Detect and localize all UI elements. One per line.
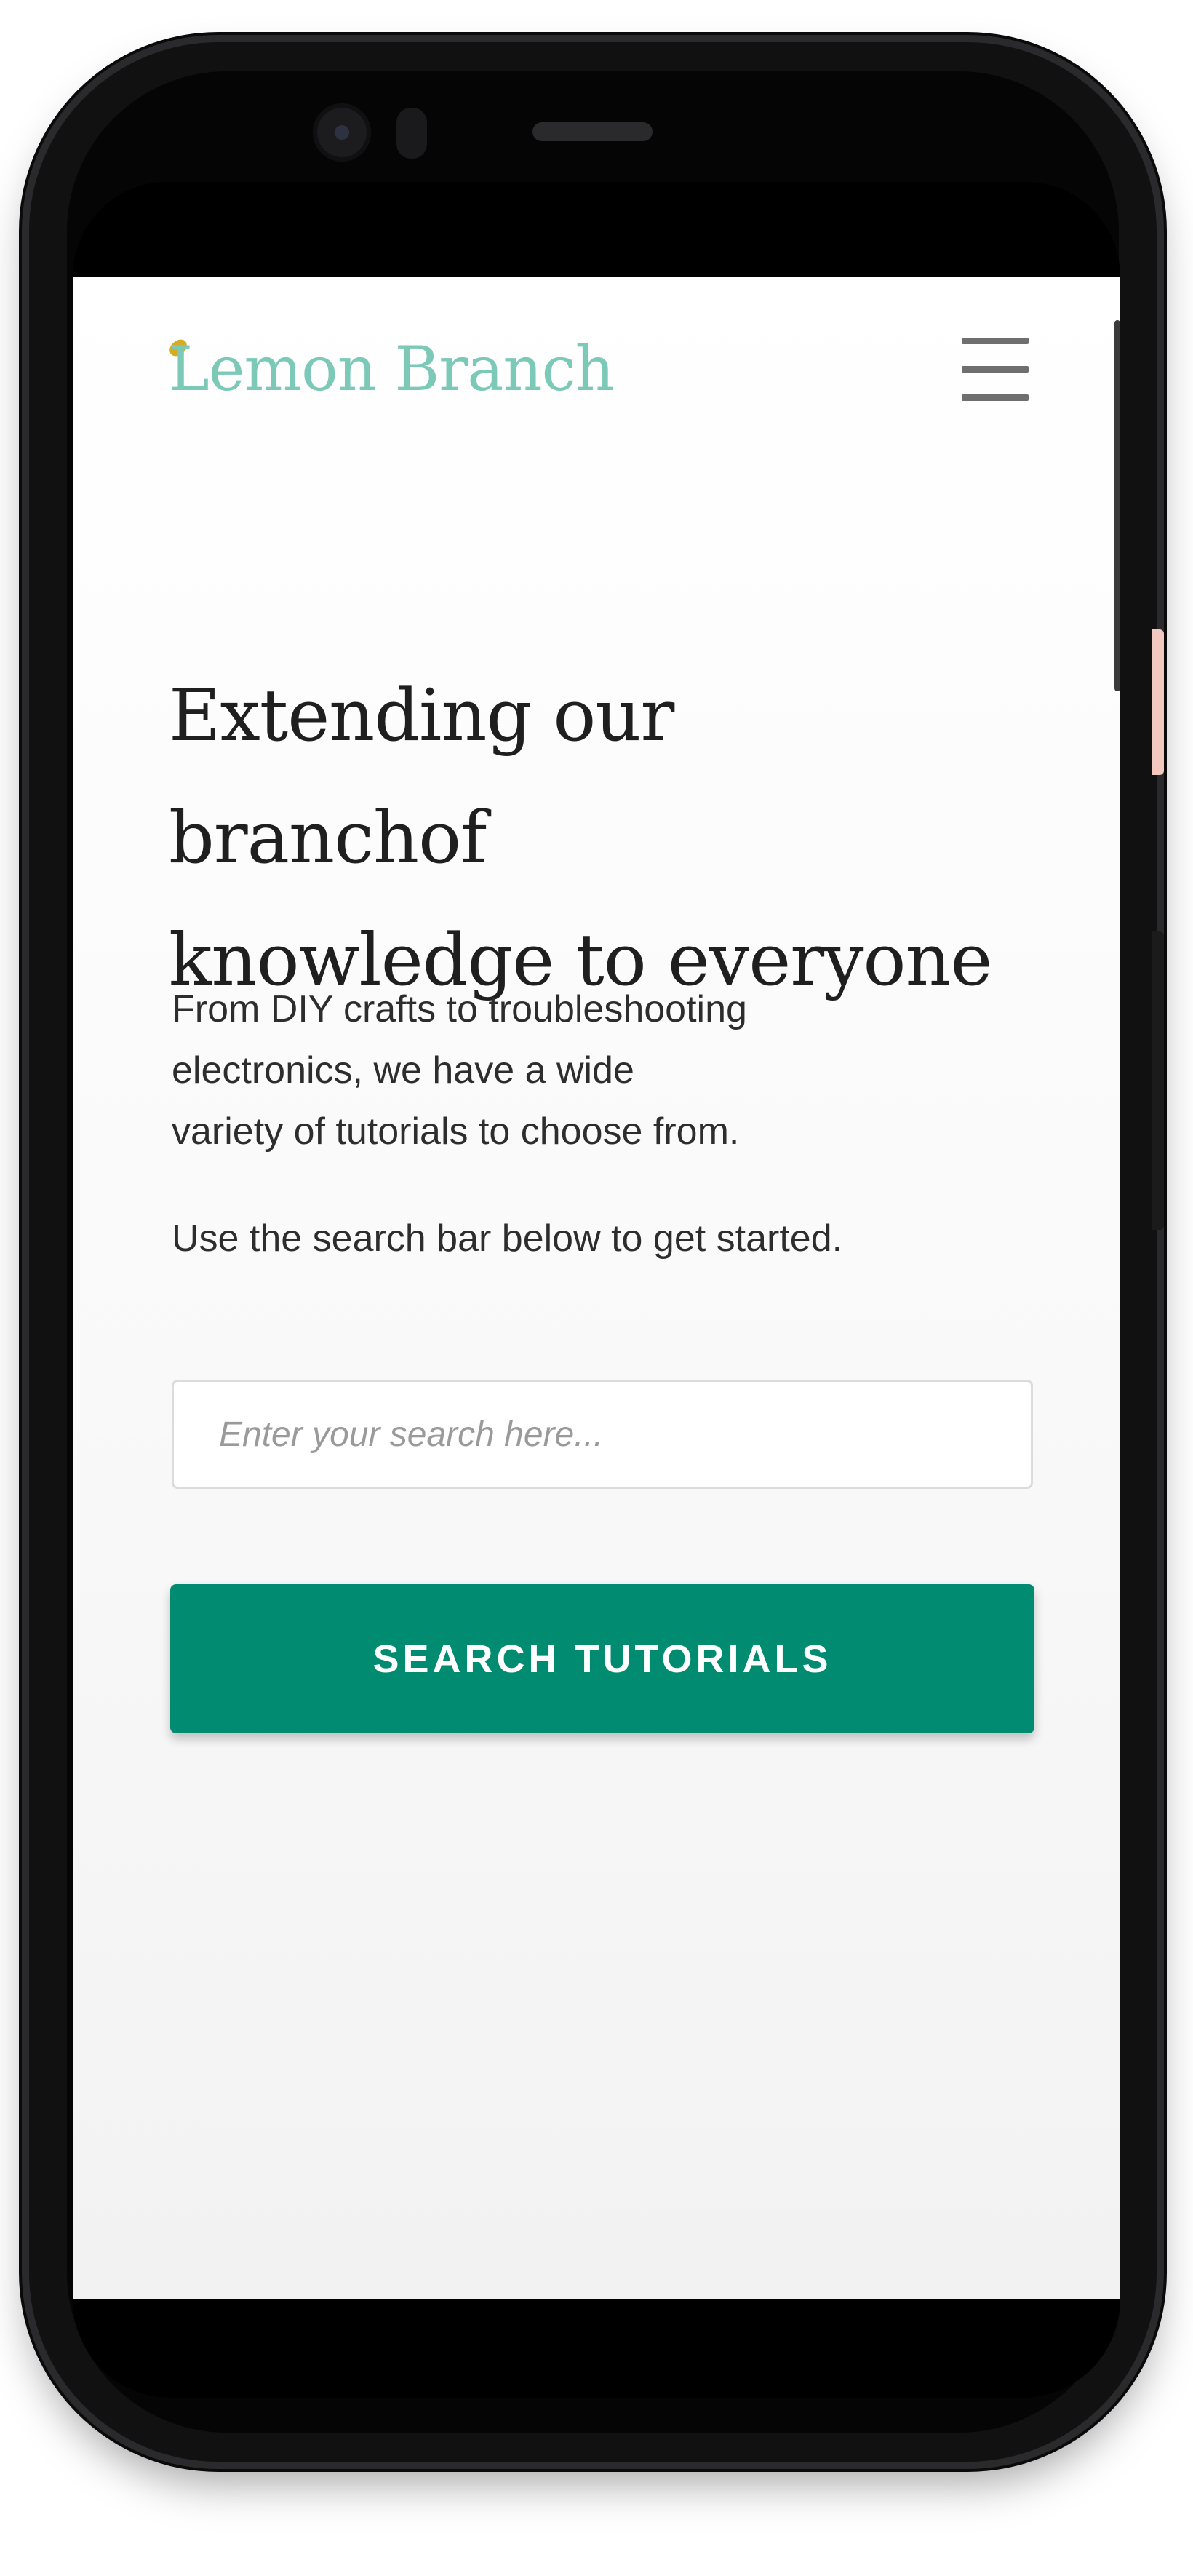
menu-bar-top [962, 338, 1029, 344]
app-screen: Lemon Branch Extending our branchof know… [73, 277, 1120, 2299]
hero-intro-line-3: variety of tutorials to choose from. [172, 1110, 740, 1153]
screen-top-bezel [73, 182, 1120, 277]
site-header: Lemon Branch [73, 277, 1120, 466]
search-tutorials-button[interactable]: SEARCH TUTORIALS [170, 1584, 1034, 1733]
search-input[interactable] [172, 1380, 1033, 1489]
brand-logo[interactable]: Lemon Branch [169, 333, 615, 421]
screen-bottom-bezel [73, 2299, 1120, 2398]
hero-title: Extending our branchof knowledge to ever… [169, 655, 1013, 1022]
hamburger-menu-icon[interactable] [959, 335, 1032, 404]
hero-intro-line-2: electronics, we have a wide [172, 1049, 634, 1092]
front-camera [313, 103, 371, 162]
proximity-sensor [396, 108, 427, 159]
menu-bar-bottom [962, 394, 1029, 401]
menu-bar-middle [962, 366, 1029, 373]
search-instruction: Use the search bar below to get started. [172, 1217, 843, 1260]
volume-button [1152, 931, 1164, 1230]
power-button [1152, 629, 1164, 775]
hero-intro: From DIY crafts to troubleshooting elect… [172, 979, 899, 1162]
hero-title-line-1: Extending our branchof [169, 675, 674, 880]
hero-intro-line-1: From DIY crafts to troubleshooting [172, 988, 747, 1030]
earpiece-speaker [532, 122, 653, 141]
